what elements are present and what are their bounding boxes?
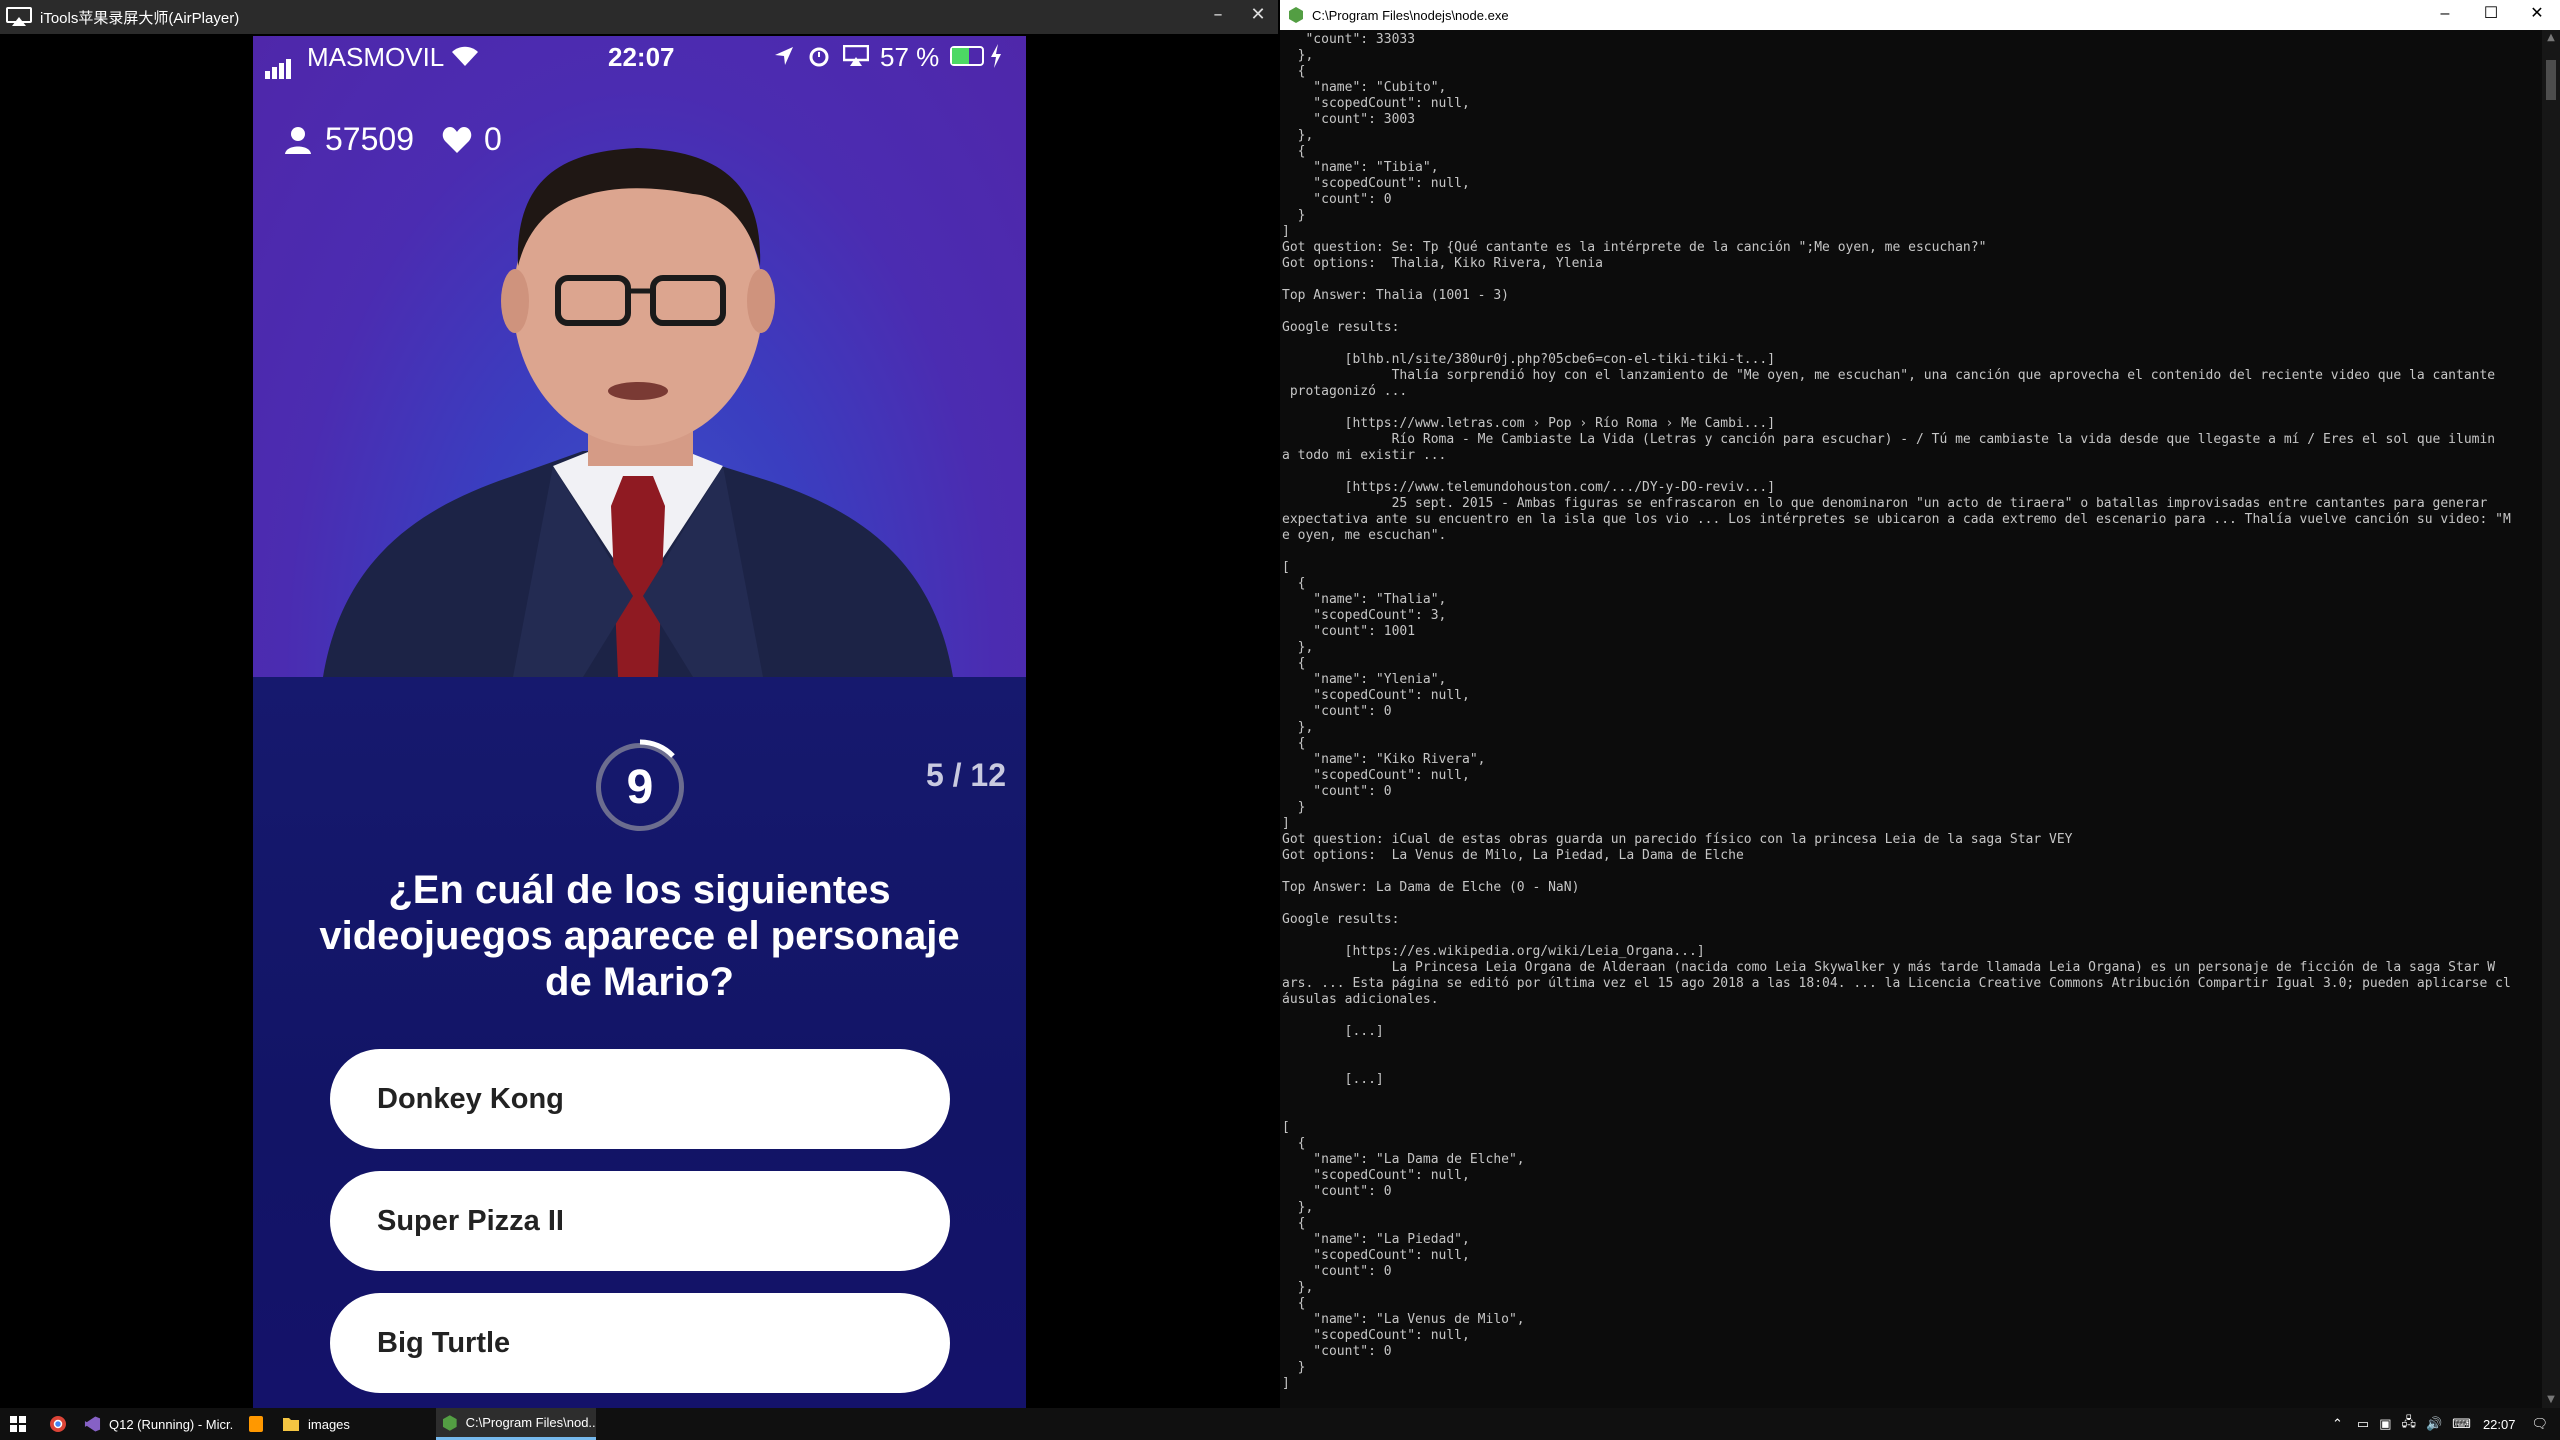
question-progress: 5 / 12 — [925, 757, 1006, 793]
charging-bolt-icon — [991, 44, 1001, 68]
console-scrollbar[interactable]: ▲ ▼ — [2542, 30, 2560, 1408]
heart-icon — [442, 126, 472, 153]
host-video: MASMOVIL 22:07 57 % 57509 0 — [253, 36, 1026, 677]
phone-status-bar: MASMOVIL 22:07 57 % — [253, 36, 1026, 79]
taskbar-item-node-console[interactable]: C:\Program Files\nod... — [436, 1408, 596, 1440]
volume-icon[interactable]: 🔊 — [2426, 1416, 2442, 1432]
question-text: ¿En cuál de los siguientes videojuegos a… — [319, 868, 960, 1004]
location-icon — [775, 47, 793, 65]
screen-mirroring-icon — [843, 45, 869, 66]
scroll-up-arrow-icon[interactable]: ▲ — [2542, 30, 2560, 46]
taskbar-item-label: Q12 (Running) - Micr... — [108, 1416, 233, 1432]
clock-time: 22:07 — [608, 42, 675, 72]
nodejs-icon — [442, 1414, 457, 1431]
chrome-icon — [50, 1416, 66, 1432]
show-hidden-icons-chevron-icon[interactable]: ⌃ — [2332, 1416, 2343, 1432]
console-titlebar[interactable]: C:\Program Files\nodejs\node.exe – ☐ ✕ — [1280, 0, 2560, 30]
close-button[interactable]: ✕ — [2514, 0, 2560, 30]
app-tray-icon[interactable]: ▣ — [2379, 1416, 2391, 1432]
nodejs-icon — [1289, 7, 1303, 23]
console-title: C:\Program Files\nodejs\node.exe — [1312, 7, 1509, 23]
answer-option-3[interactable]: Big Turtle — [330, 1293, 950, 1393]
wifi-icon — [452, 46, 478, 66]
language-icon[interactable]: ⌨ — [2452, 1416, 2471, 1432]
battery-icon — [950, 46, 984, 66]
start-button[interactable] — [0, 1408, 36, 1440]
console-window: C:\Program Files\nodejs\node.exe – ☐ ✕ "… — [1280, 0, 2560, 1408]
signal-icon — [265, 48, 293, 79]
scroll-down-arrow-icon[interactable]: ▼ — [2542, 1392, 2560, 1408]
answer-label: Super Pizza II — [377, 1204, 564, 1237]
sublime-taskbar-icon[interactable] — [240, 1408, 272, 1440]
airplayer-window: iTools苹果录屏大师(AirPlayer) – ✕ MASMOVIL 22:… — [0, 0, 1278, 1408]
close-button[interactable]: ✕ — [1238, 0, 1278, 34]
taskbar-item-visual-studio[interactable]: Q12 (Running) - Micr... — [78, 1408, 233, 1440]
network-icon[interactable]: 🖧 — [2401, 1413, 2416, 1435]
game-stats: 57509 0 — [283, 121, 502, 158]
battery-percent: 57 % — [880, 42, 940, 72]
maximize-button[interactable]: ☐ — [2468, 0, 2514, 30]
airplayer-title: iTools苹果录屏大师(AirPlayer) — [40, 9, 240, 27]
scrollbar-thumb[interactable] — [2546, 60, 2556, 100]
tablet-mode-icon[interactable]: ▭ — [2357, 1416, 2369, 1432]
console-output: "count": 33033 }, { "name": "Cubito", "s… — [1282, 32, 2511, 1391]
carrier-name: MASMOVIL — [307, 42, 445, 72]
phone-screen: MASMOVIL 22:07 57 % 57509 0 9 5 / 12 ¿En… — [253, 36, 1026, 1408]
sublime-text-icon — [249, 1416, 263, 1432]
question-panel: 9 5 / 12 ¿En cuál de los siguientes vide… — [253, 677, 1026, 1408]
answer-label: Big Turtle — [377, 1326, 511, 1359]
lives-count: 0 — [483, 121, 502, 157]
minimize-button[interactable]: – — [2422, 0, 2468, 30]
windows-icon — [10, 1416, 26, 1432]
taskbar: Q12 (Running) - Micr... images C:\Progra… — [0, 1408, 2560, 1440]
player-icon — [285, 126, 311, 154]
chrome-taskbar-icon[interactable] — [42, 1408, 74, 1440]
player-count: 57509 — [325, 121, 414, 157]
timer-progress-arc — [639, 739, 675, 758]
minimize-button[interactable]: – — [1198, 0, 1238, 34]
visual-studio-icon — [84, 1416, 101, 1432]
folder-icon — [283, 1418, 299, 1431]
airplay-icon — [6, 7, 32, 26]
taskbar-item-label: C:\Program Files\nod... — [465, 1415, 596, 1430]
console-output-area[interactable]: "count": 33033 }, { "name": "Cubito", "s… — [1280, 30, 2540, 1408]
taskbar-item-images[interactable]: images — [276, 1408, 431, 1440]
answer-option-2[interactable]: Super Pizza II — [330, 1171, 950, 1271]
alarm-icon — [809, 47, 829, 67]
answer-option-1[interactable]: Donkey Kong — [330, 1049, 950, 1149]
notifications-icon[interactable]: 🗨 — [2531, 1416, 2548, 1432]
airplayer-titlebar[interactable]: iTools苹果录屏大师(AirPlayer) – ✕ — [0, 0, 1278, 34]
taskbar-item-label: images — [308, 1416, 350, 1432]
system-tray: ⌃ ▭ ▣ 🖧 🔊 ⌨ 22:07 🗨 — [2332, 1408, 2560, 1440]
answer-label: Donkey Kong — [377, 1082, 564, 1115]
taskbar-clock[interactable]: 22:07 — [2483, 1417, 2516, 1432]
